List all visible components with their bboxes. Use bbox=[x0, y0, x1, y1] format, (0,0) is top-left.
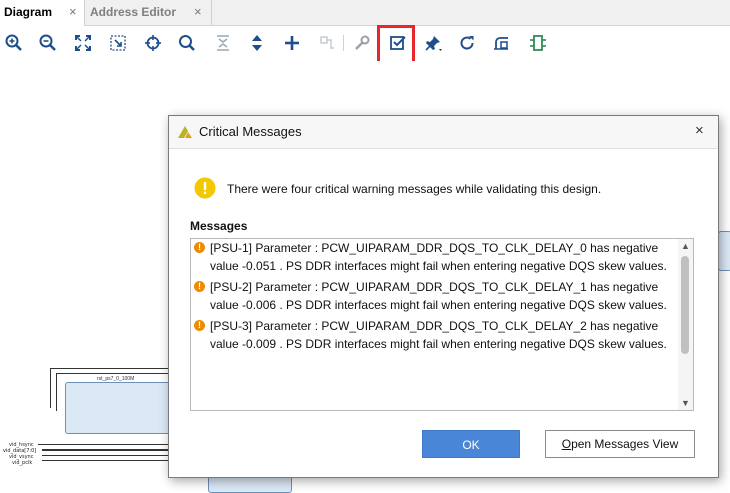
open-messages-view-button[interactable]: Open Messages View bbox=[545, 430, 695, 458]
validate-highlight-box bbox=[377, 25, 415, 64]
port-label: vid_pclk bbox=[12, 460, 33, 466]
message-text: [PSU-1] Parameter : PCW_UIPARAM_DDR_DQS_… bbox=[210, 241, 667, 273]
net-wire bbox=[42, 449, 168, 451]
critical-warning-icon: ! bbox=[194, 320, 205, 331]
toolbar-separator bbox=[343, 35, 344, 51]
pin-icon[interactable] bbox=[423, 33, 443, 53]
collapse-all-icon[interactable] bbox=[213, 33, 233, 53]
messages-heading: Messages bbox=[190, 219, 248, 233]
net-wire bbox=[38, 444, 168, 445]
scroll-thumb[interactable] bbox=[681, 256, 689, 354]
add-module-icon[interactable] bbox=[528, 33, 548, 53]
net-wire bbox=[42, 460, 168, 461]
tab-label: Diagram bbox=[4, 5, 53, 19]
regenerate-layout-icon[interactable] bbox=[457, 33, 477, 53]
reset-block[interactable] bbox=[65, 382, 170, 434]
close-tab-icon[interactable]: × bbox=[194, 0, 202, 24]
list-item[interactable]: ! [PSU-1] Parameter : PCW_UIPARAM_DDR_DQ… bbox=[191, 239, 679, 275]
tab-address-editor[interactable]: Address Editor × bbox=[86, 0, 212, 26]
warning-icon bbox=[194, 177, 216, 199]
net-wire bbox=[56, 373, 57, 411]
scroll-up-icon[interactable]: ▲ bbox=[678, 239, 693, 253]
list-item[interactable]: ! [PSU-2] Parameter : PCW_UIPARAM_DDR_DQ… bbox=[191, 278, 679, 314]
center-icon[interactable] bbox=[143, 33, 163, 53]
messages-list[interactable]: ! [PSU-1] Parameter : PCW_UIPARAM_DDR_DQ… bbox=[190, 238, 694, 411]
dialog-title: Critical Messages bbox=[199, 124, 302, 139]
optimize-routing-icon[interactable] bbox=[492, 33, 512, 53]
tab-bar: Diagram × Address Editor × bbox=[0, 0, 730, 26]
critical-warning-icon: ! bbox=[194, 281, 205, 292]
zoom-fit-icon[interactable] bbox=[73, 33, 93, 53]
zoom-out-icon[interactable] bbox=[38, 33, 58, 53]
properties-icon[interactable] bbox=[352, 33, 372, 53]
diagram-toolbar bbox=[0, 27, 730, 60]
tab-diagram[interactable]: Diagram × bbox=[0, 0, 85, 26]
net-wire bbox=[50, 368, 170, 369]
close-icon[interactable]: × bbox=[695, 122, 704, 139]
vivado-logo-icon bbox=[178, 126, 192, 138]
tab-label: Address Editor bbox=[90, 5, 177, 19]
zoom-area-icon[interactable] bbox=[108, 33, 128, 53]
critical-warning-icon: ! bbox=[194, 242, 205, 253]
zoom-in-icon[interactable] bbox=[4, 33, 24, 53]
make-connection-icon[interactable] bbox=[318, 33, 338, 53]
block-label: rst_ps7_0_100M bbox=[97, 376, 135, 382]
critical-messages-dialog: Critical Messages × There were four crit… bbox=[168, 115, 719, 478]
edge-block[interactable] bbox=[718, 231, 730, 271]
message-text: [PSU-3] Parameter : PCW_UIPARAM_DDR_DQS_… bbox=[210, 319, 667, 351]
summary-text: There were four critical warning message… bbox=[227, 182, 602, 196]
close-tab-icon[interactable]: × bbox=[69, 0, 77, 24]
search-icon[interactable] bbox=[177, 33, 197, 53]
list-item[interactable]: ! [PSU-3] Parameter : PCW_UIPARAM_DDR_DQ… bbox=[191, 317, 679, 353]
dialog-titlebar: Critical Messages × bbox=[169, 116, 718, 149]
ok-button[interactable]: OK bbox=[422, 430, 520, 458]
message-text: [PSU-2] Parameter : PCW_UIPARAM_DDR_DQS_… bbox=[210, 280, 667, 312]
add-icon[interactable] bbox=[282, 33, 302, 53]
scroll-down-icon[interactable]: ▼ bbox=[678, 396, 693, 410]
vertical-scrollbar[interactable]: ▲ ▼ bbox=[678, 239, 693, 410]
expand-all-icon[interactable] bbox=[247, 33, 267, 53]
net-wire bbox=[42, 455, 168, 456]
net-wire bbox=[56, 373, 170, 374]
net-wire bbox=[50, 368, 51, 408]
